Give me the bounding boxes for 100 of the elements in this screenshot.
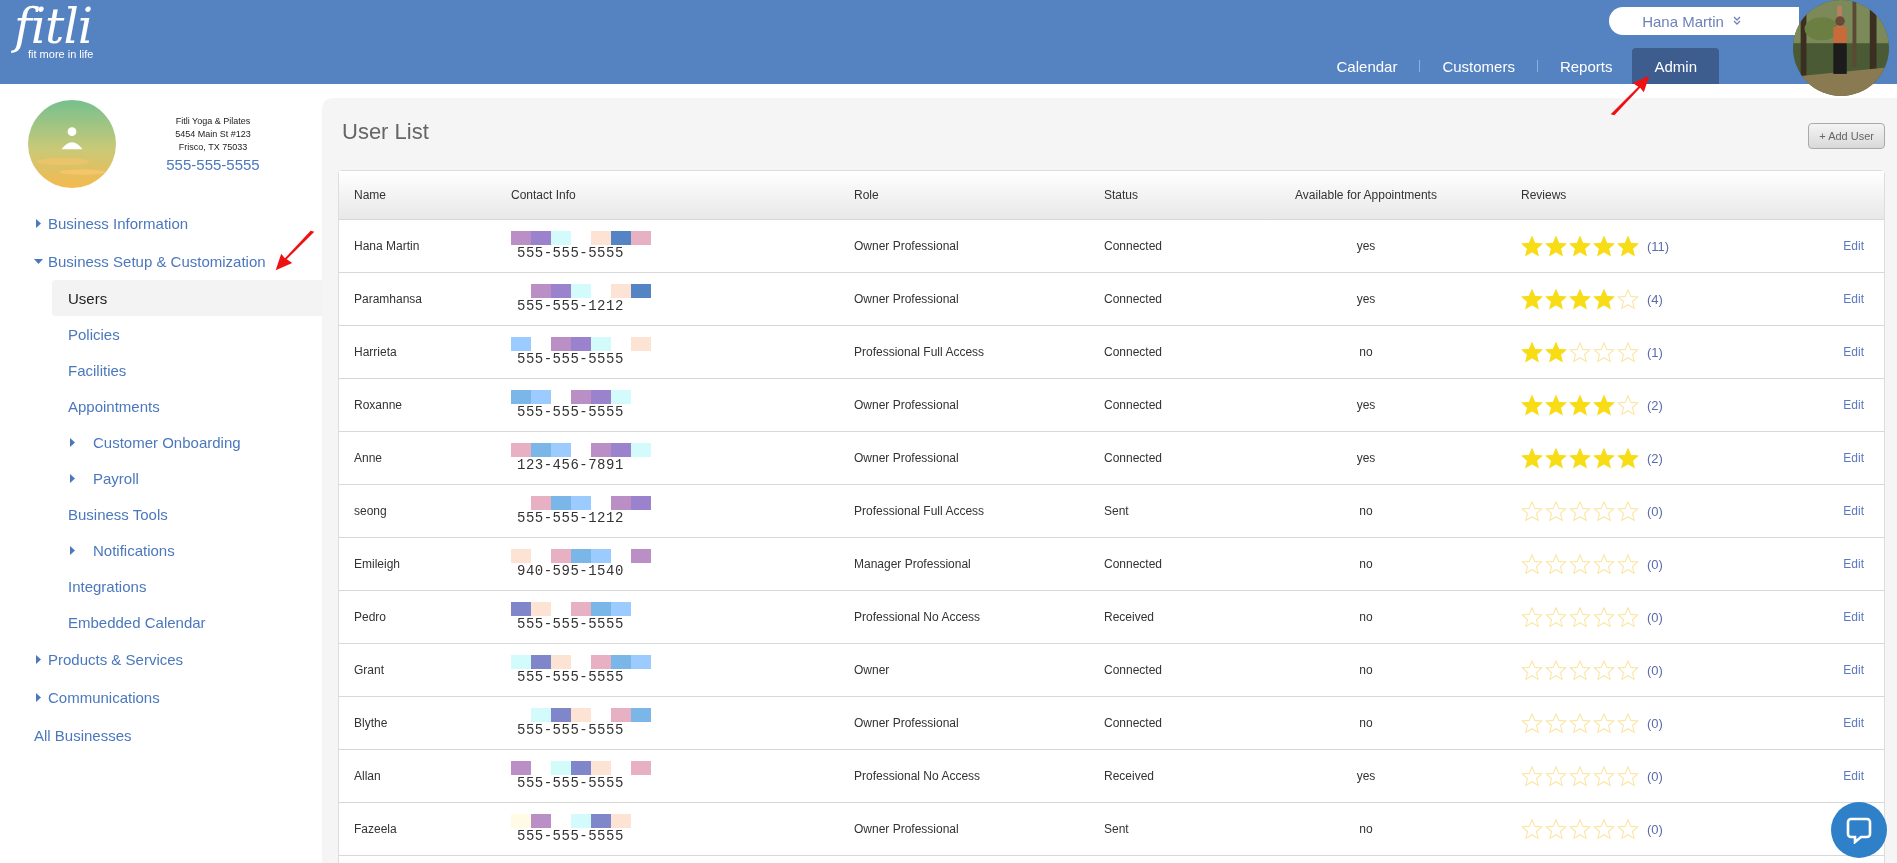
sidebar-item[interactable]: Appointments bbox=[52, 388, 322, 424]
sidebar-item[interactable]: Products & Services bbox=[0, 640, 322, 678]
review-count: (0) bbox=[1647, 768, 1663, 784]
nav-tab[interactable]: Reports bbox=[1545, 48, 1627, 84]
table-cell-text: seong bbox=[354, 504, 388, 518]
sidebar-item[interactable]: Communications bbox=[0, 678, 322, 716]
review-count: (0) bbox=[1647, 503, 1663, 519]
column-header: Reviews bbox=[1521, 188, 1567, 202]
add-user-button[interactable]: + Add User bbox=[1808, 123, 1885, 149]
edit-link[interactable]: Edit bbox=[1843, 610, 1864, 624]
nav-tab[interactable]: Calendar bbox=[1322, 48, 1412, 84]
empty-star-icon bbox=[1617, 288, 1639, 310]
sidebar-item[interactable]: Payroll bbox=[52, 460, 322, 496]
filled-star-icon bbox=[1617, 235, 1639, 257]
sidebar-item[interactable]: Business Information bbox=[0, 204, 322, 242]
table-cell-text: Owner Professional bbox=[854, 451, 960, 465]
empty-star-icon bbox=[1617, 606, 1639, 628]
filled-star-icon bbox=[1545, 394, 1567, 416]
table-cell-text: Allan bbox=[354, 769, 382, 783]
empty-star-icon bbox=[1593, 659, 1615, 681]
table-cell-text: Connected bbox=[1104, 451, 1164, 465]
table-cell-text: Connected bbox=[1104, 239, 1164, 253]
caret-right-icon bbox=[34, 692, 43, 702]
table-cell-text: Owner Professional bbox=[854, 822, 960, 836]
phone-number: 555-555-1212 bbox=[517, 510, 624, 526]
empty-star-icon bbox=[1545, 500, 1567, 522]
empty-star-icon bbox=[1569, 659, 1591, 681]
phone-number: 123-456-7891 bbox=[517, 457, 624, 473]
nav-tab[interactable]: Admin bbox=[1632, 48, 1719, 84]
sidebar-item[interactable]: Users bbox=[52, 280, 322, 316]
edit-link[interactable]: Edit bbox=[1843, 716, 1864, 730]
empty-star-icon bbox=[1617, 500, 1639, 522]
table-cell-text: Professional No Access bbox=[854, 769, 982, 783]
sidebar-item[interactable]: Business Setup & Customization bbox=[0, 242, 322, 280]
filled-star-icon bbox=[1521, 341, 1543, 363]
filled-star-icon bbox=[1521, 394, 1543, 416]
table-cell: no bbox=[1359, 610, 1373, 624]
table-cell-text: Owner Professional bbox=[854, 716, 960, 730]
empty-star-icon bbox=[1617, 712, 1639, 734]
empty-star-icon bbox=[1521, 606, 1543, 628]
table-cell-text: Blythe bbox=[354, 716, 389, 730]
edit-link[interactable]: Edit bbox=[1843, 451, 1864, 465]
table-cell: yes bbox=[1356, 451, 1376, 465]
empty-star-icon bbox=[1617, 553, 1639, 575]
sidebar-item[interactable]: Business Tools bbox=[52, 496, 322, 532]
empty-star-icon bbox=[1569, 606, 1591, 628]
phone-number: 555-555-5555 bbox=[517, 722, 624, 738]
edit-link[interactable]: Edit bbox=[1843, 663, 1864, 677]
table-cell-text: Professional Full Access bbox=[854, 345, 986, 359]
table-cell-text: Hana Martin bbox=[354, 239, 421, 253]
business-address: 5454 Main St #123 bbox=[175, 128, 251, 141]
filled-star-icon bbox=[1545, 235, 1567, 257]
review-count: (0) bbox=[1647, 821, 1663, 837]
review-count: (2) bbox=[1647, 397, 1663, 413]
column-header: Status bbox=[1104, 188, 1140, 202]
table-cell-text: Manager Professional bbox=[854, 557, 972, 571]
sidebar-item[interactable]: Policies bbox=[52, 316, 322, 352]
edit-link[interactable]: Edit bbox=[1843, 557, 1864, 571]
edit-link[interactable]: Edit bbox=[1843, 398, 1864, 412]
table-cell-text: Connected bbox=[1104, 716, 1164, 730]
filled-star-icon bbox=[1545, 341, 1567, 363]
filled-star-icon bbox=[1593, 394, 1615, 416]
edit-link[interactable]: Edit bbox=[1843, 292, 1864, 306]
business-name: Fitli Yoga & Pilates bbox=[175, 115, 251, 128]
edit-link[interactable]: Edit bbox=[1843, 239, 1864, 253]
phone-number: 555-555-5555 bbox=[517, 404, 624, 420]
sidebar-item[interactable]: Notifications bbox=[52, 532, 322, 568]
empty-star-icon bbox=[1545, 765, 1567, 787]
filled-star-icon bbox=[1545, 447, 1567, 469]
sidebar-item[interactable]: Facilities bbox=[52, 352, 322, 388]
empty-star-icon bbox=[1617, 765, 1639, 787]
filled-star-icon bbox=[1521, 447, 1543, 469]
empty-star-icon bbox=[1617, 394, 1639, 416]
empty-star-icon bbox=[1521, 712, 1543, 734]
user-menu[interactable]: Hana Martin bbox=[1609, 7, 1799, 35]
edit-link[interactable]: Edit bbox=[1843, 345, 1864, 359]
sidebar-item[interactable]: Customer Onboarding bbox=[52, 424, 322, 460]
filled-star-icon bbox=[1617, 447, 1639, 469]
phone-number: 555-555-5555 bbox=[517, 828, 624, 844]
empty-star-icon bbox=[1593, 553, 1615, 575]
caret-right-icon bbox=[34, 218, 43, 228]
edit-link[interactable]: Edit bbox=[1843, 769, 1864, 783]
review-count: (11) bbox=[1647, 238, 1670, 254]
phone-number: 555-555-1212 bbox=[517, 298, 624, 314]
empty-star-icon bbox=[1569, 765, 1591, 787]
page-title: User List bbox=[342, 119, 429, 145]
sidebar-item[interactable]: All Businesses bbox=[0, 716, 322, 754]
review-count: (0) bbox=[1647, 715, 1663, 731]
sidebar-item[interactable]: Embedded Calendar bbox=[52, 604, 322, 640]
table-cell: no bbox=[1359, 716, 1373, 730]
chat-bubble-icon bbox=[1845, 816, 1873, 844]
edit-link[interactable]: Edit bbox=[1843, 504, 1864, 518]
table-cell: yes bbox=[1356, 239, 1376, 253]
sidebar-item[interactable]: Integrations bbox=[52, 568, 322, 604]
table-cell-text: Professional No Access bbox=[854, 610, 982, 624]
table-cell-text: Connected bbox=[1104, 345, 1164, 359]
empty-star-icon bbox=[1545, 712, 1567, 734]
empty-star-icon bbox=[1521, 765, 1543, 787]
empty-star-icon bbox=[1545, 606, 1567, 628]
nav-tab[interactable]: Customers bbox=[1428, 48, 1529, 84]
